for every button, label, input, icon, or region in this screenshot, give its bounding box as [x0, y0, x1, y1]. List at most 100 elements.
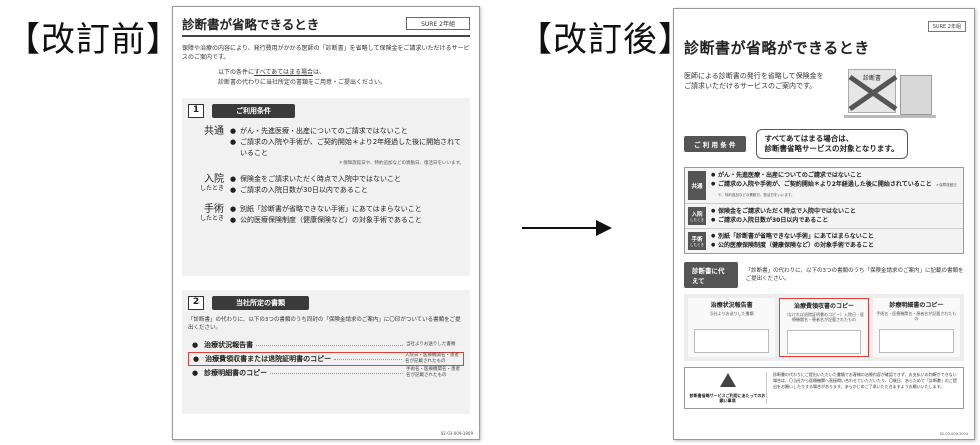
- surg-tag-sub: したとき: [690, 242, 704, 247]
- cond-item: 別紙「診断書が省略できない手術」にあてはまらないこと: [230, 204, 464, 215]
- common-tag: 共通: [688, 171, 706, 200]
- after-cond-item: 公的医療保険制度（健康保険など）の対象手術であること: [711, 241, 960, 250]
- doc-name: 治療費領収書または退院証明書のコピー: [205, 355, 332, 363]
- doc-name: 診療明細書のコピー: [204, 369, 268, 377]
- cond-item: ご請求の入院や手術が、ご契約開始＊より2年経過した後に開始されていること: [230, 137, 464, 159]
- right-arrow-icon: [522, 218, 612, 238]
- cond-surgery: 手術 したとき 別紙「診断書が省略できない手術」にあてはまらないこと 公的医療保…: [188, 204, 464, 226]
- after-intro: 医師による診断書の発行を省略して保険金をご請求いただけるサービスのご案内です。: [684, 72, 824, 90]
- after-replace-text: 「診断書」の代わりに、以下の3つの書類のうち「保険金請求のご案内」に記載の書類を…: [745, 268, 964, 282]
- cond-hospital: 入院 したとき 保険金をご請求いただく時点で入院中ではないこと ご請求の入院日数…: [188, 174, 464, 196]
- doc-card: 治療状況報告書 当社よりお送りした書類: [688, 298, 776, 357]
- notice-title: 診断書省略サービスご利用にあたってのお願い事項: [689, 393, 766, 403]
- doc-row: ● 診療明細書のコピー 手術名・医療機関名・患者名が記載されたもの: [188, 366, 464, 380]
- after-conditions-header: ご 利 用 条 件 すべてあてはまる場合は、 診断書省略サービスの対象となります…: [684, 129, 964, 159]
- surg-tag-text: 手術: [691, 236, 703, 243]
- cond-item: ご請求の入院日数が30日以内であること: [230, 185, 464, 196]
- after-title: 診断書が省略ができるとき: [684, 39, 870, 57]
- after-conditions-box: 共通 がん・先進医療・出産についてのご請求ではないこと ご請求の入院や手術が、ご…: [684, 167, 964, 254]
- note-suffix: は、: [312, 69, 325, 76]
- after-cond-item: がん・先進医療・出産についてのご請求ではないこと: [711, 171, 960, 180]
- cond-hospital-label: 入院 したとき: [188, 174, 224, 196]
- section1-label: ご利用条件: [212, 104, 295, 118]
- receipt-thumbnail: [786, 330, 862, 354]
- doc-card-name: 診療明細書のコピー: [889, 302, 944, 309]
- cond-common: 共通 がん・先進医療・出産についてのご請求ではないこと ご請求の入院や手術が、ご…: [188, 126, 464, 166]
- before-document: 診断書が省略できるとき SURE 2年組 保障や治療の内容により、発行費用がかか…: [172, 6, 480, 440]
- before-heading: 【改訂前】: [6, 20, 181, 60]
- hosp-tag-text: 入院: [691, 211, 703, 218]
- section2-number: 2: [188, 296, 204, 310]
- hospital-building-icon: [900, 75, 932, 115]
- after-cond-item-text: ご請求の入院や手術が、ご契約開始＊より2年経過した後に開始されていること: [718, 181, 932, 188]
- before-intro: 保障や治療の内容により、発行費用がかかる医師の「診断書」を省略して保険金をご請求…: [182, 45, 470, 61]
- hosp-sub: したとき: [199, 185, 224, 192]
- after-cond-item: 別紙「診断書が省略できない手術」にあてはまらないこと: [711, 232, 960, 241]
- after-badge: SURE 2年組: [927, 21, 966, 32]
- doc-desc: 当社よりお送りした書類: [406, 342, 456, 347]
- section2-intro: 「診断書」の代わりに、以下の3つの書類のうち同封の「保険金請求のご案内」に〇印が…: [188, 317, 461, 331]
- cond-item: がん・先進医療・出産についてのご請求ではないこと: [230, 126, 464, 137]
- crossed-out-diagnosis-illustration: 診断書: [844, 65, 936, 125]
- before-title-row: 診断書が省略できるとき SURE 2年組: [182, 14, 470, 37]
- hosp-label: 入院: [204, 174, 224, 185]
- after-cond-item: 保険金をご請求いただく時点で入院中ではないこと: [711, 207, 960, 216]
- note-prefix: 以下の条件に: [218, 69, 255, 76]
- surgery-tag: 手術 したとき: [688, 232, 706, 250]
- before-section-conditions: 1 ご利用条件 共通 がん・先進医療・出産についてのご請求ではないこと ご請求の…: [182, 98, 470, 276]
- doc-card-name: 治療費領収書のコピー: [793, 303, 854, 310]
- cond-item: 保険金をご請求いただく時点で入院中ではないこと: [230, 174, 464, 185]
- doc-card-desc: 手術名・医療機関名・患者名が記載されたもの: [876, 311, 957, 321]
- after-cond-common: 共通 がん・先進医療・出産についてのご請求ではないこと ご請求の入院や手術が、ご…: [685, 168, 963, 204]
- callout-line2: 診断書省略サービスの対象となります。: [764, 144, 899, 153]
- after-document: SURE 2年組 診断書が省略ができるとき 医師による診断書の発行を省略して保険…: [673, 8, 975, 440]
- warning-icon: [719, 373, 736, 387]
- bullet-icon: ●: [192, 369, 199, 377]
- after-heading: 【改訂後】: [518, 20, 693, 60]
- before-title: 診断書が省略できるとき: [182, 17, 320, 32]
- notice-title-block: 診断書省略サービスご利用にあたってのお願い事項: [689, 372, 767, 404]
- section2-label: 当社所定の書類: [212, 296, 309, 310]
- hospital-tag: 入院 したとき: [688, 207, 706, 225]
- notice-text: 診断書の代わりにご提出いただいた書類でお客様の治療内容が確認できず、お支払いの判…: [773, 372, 957, 389]
- doc-desc: 手術名・医療機関名・患者名が記載されたもの: [406, 367, 460, 378]
- after-footer-notice: 診断書省略サービスご利用にあたってのお願い事項 診断書の代わりにご提出いただいた…: [684, 367, 964, 409]
- surg-label: 手術: [204, 204, 224, 215]
- after-cond-item: ご請求の入院や手術が、ご契約開始＊より2年経過した後に開始されていること＊保障旅…: [711, 180, 960, 200]
- before-note: 以下の条件にすべてあてはまる場合は、 診断書の代わりに当社所定の書類をご用意・ご…: [218, 68, 470, 88]
- callout-line1: すべてあてはまる場合は、: [764, 134, 854, 143]
- hosp-tag-sub: したとき: [690, 217, 704, 222]
- bullet-icon: ●: [193, 355, 200, 363]
- doc-card-desc: 当社よりお送りした書類: [709, 311, 754, 316]
- after-cond-item: ご請求の入院日数が30日以内であること: [711, 216, 960, 225]
- note-underline: すべてあてはまる場合: [254, 69, 313, 76]
- cond-common-label: 共通: [204, 126, 224, 137]
- statement-thumbnail: [878, 329, 954, 353]
- cond-item: 公的医療保険制度（健康保険など）の対象手術であること: [230, 215, 464, 226]
- after-conditions-label: ご 利 用 条 件: [684, 136, 746, 152]
- section2-head: 2 当社所定の書類: [188, 296, 464, 310]
- doc-card: 診療明細書のコピー 手術名・医療機関名・患者名が記載されたもの: [872, 298, 960, 357]
- doc-name: 治療状況報告書: [204, 341, 254, 349]
- doc-desc: 入院日・医療機関名・患者名が記載されたもの: [405, 353, 459, 364]
- note-line2: 診断書の代わりに当社所定の書類をご用意・ご提出ください。: [218, 79, 387, 86]
- doc-row-highlighted: ● 治療費領収書または退院証明書のコピー 入院日・医療機関名・患者名が記載された…: [188, 352, 464, 366]
- after-callout: すべてあてはまる場合は、 診断書省略サービスの対象となります。: [755, 129, 908, 159]
- doc-card-name: 治療状況報告書: [710, 302, 753, 309]
- surg-sub: したとき: [199, 215, 224, 222]
- cross-icon: [848, 74, 898, 112]
- after-cond-hospital: 入院したとき 保険金をご請求いただく時点で入院中ではないこと ご請求の入院日数が…: [685, 204, 963, 229]
- section1-number: 1: [188, 104, 204, 118]
- section1-head: 1 ご利用条件: [188, 104, 464, 118]
- after-doc-code: 02-03-009-2004: [939, 432, 968, 436]
- before-section-documents: 2 当社所定の書類 「診断書」の代わりに、以下の3つの書類のうち同封の「保険金請…: [182, 290, 470, 414]
- after-replace-label: 診断書に代えて: [684, 262, 738, 288]
- before-badge: SURE 2年組: [406, 17, 470, 30]
- bullet-icon: ●: [192, 341, 199, 349]
- doc-card-highlighted: 治療費領収書のコピー （なければ退院証明書のコピー）入院日・医療機関名・患者名が…: [779, 298, 869, 357]
- before-doc-code: 02-03-009-1809: [440, 431, 473, 436]
- doc-card-desc: （なければ退院証明書のコピー）入院日・医療機関名・患者名が記載されたもの: [783, 312, 864, 322]
- after-cond-surgery: 手術したとき 別紙「診断書が省略できない手術」にあてはまらないこと 公的医療保険…: [685, 229, 963, 253]
- doc-row: ● 治療状況報告書 当社よりお送りした書類: [188, 338, 464, 352]
- after-replace-header: 診断書に代えて 「診断書」の代わりに、以下の3つの書類のうち「保険金請求のご案内…: [684, 262, 964, 288]
